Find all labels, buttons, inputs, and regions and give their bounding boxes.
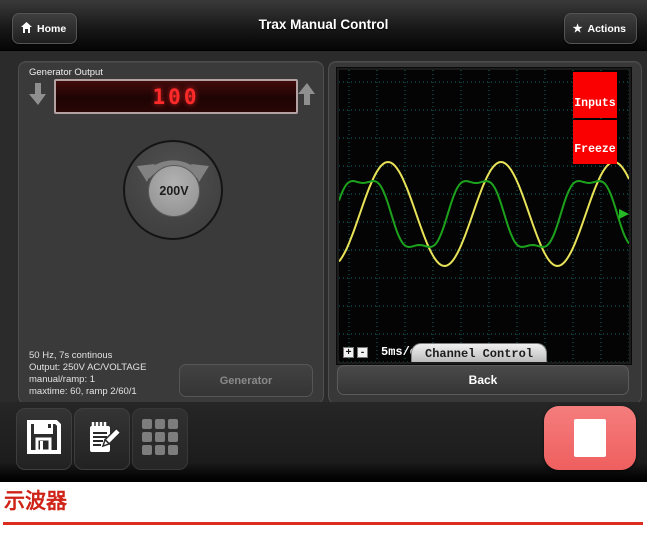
info-line-4: maxtime: 60, ramp 2/60/1 <box>29 386 146 398</box>
increase-button[interactable] <box>295 82 319 110</box>
floppy-disk-icon <box>26 419 62 460</box>
page: Home Trax Manual Control ★ Actions Gener… <box>0 0 647 534</box>
trax-app-window: Home Trax Manual Control ★ Actions Gener… <box>0 0 647 482</box>
top-bar: Home Trax Manual Control ★ Actions <box>0 0 647 51</box>
timebase-minus-button[interactable]: - <box>357 347 368 358</box>
heading-underline <box>3 522 643 525</box>
document-footer: 示波器 <box>0 482 647 534</box>
generator-button[interactable]: Generator <box>179 364 313 397</box>
back-button[interactable]: Back <box>337 365 629 395</box>
stop-button[interactable] <box>544 406 636 470</box>
knob-value-label: 200V <box>148 165 200 217</box>
star-icon: ★ <box>573 22 583 35</box>
channel-control-tab[interactable]: Channel Control <box>411 343 547 363</box>
timebase-plus-button[interactable]: + <box>343 347 354 358</box>
voltage-knob[interactable]: 200V <box>123 140 223 240</box>
freeze-button[interactable]: Freeze <box>573 120 617 164</box>
edit-log-button[interactable] <box>74 408 130 470</box>
decrease-button[interactable] <box>26 82 50 110</box>
info-line-1: 50 Hz, 7s continous <box>29 350 146 362</box>
info-line-2: Output: 250V AC/VOLTAGE <box>29 362 146 374</box>
section-heading: 示波器 <box>4 485 67 515</box>
oscilloscope-screen[interactable]: Inputs Freeze + - 5ms/div Channel Contro… <box>337 68 631 364</box>
dot-grid-icon <box>140 417 180 462</box>
generator-value: 100 <box>153 85 200 109</box>
grid-menu-button[interactable] <box>132 408 188 470</box>
generator-output-label: Generator Output <box>29 67 103 78</box>
oscilloscope-panel: Inputs Freeze + - 5ms/div Channel Contro… <box>328 61 642 404</box>
bottom-toolbar <box>0 402 647 482</box>
info-line-3: manual/ramp: 1 <box>29 374 146 386</box>
window-title: Trax Manual Control <box>0 0 647 50</box>
generator-value-display: 100 <box>54 79 298 114</box>
arrow-up-icon <box>298 83 316 110</box>
generator-panel: Generator Output 100 <box>18 61 324 404</box>
generator-info-text: 50 Hz, 7s continous Output: 250V AC/VOLT… <box>29 350 146 398</box>
inputs-button[interactable]: Inputs <box>573 72 617 118</box>
actions-button[interactable]: ★ Actions <box>564 13 637 44</box>
arrow-down-icon <box>29 83 47 110</box>
stop-square-icon <box>574 419 606 457</box>
actions-button-label: Actions <box>587 23 626 35</box>
save-button[interactable] <box>16 408 72 470</box>
notepad-pencil-icon <box>84 419 120 460</box>
